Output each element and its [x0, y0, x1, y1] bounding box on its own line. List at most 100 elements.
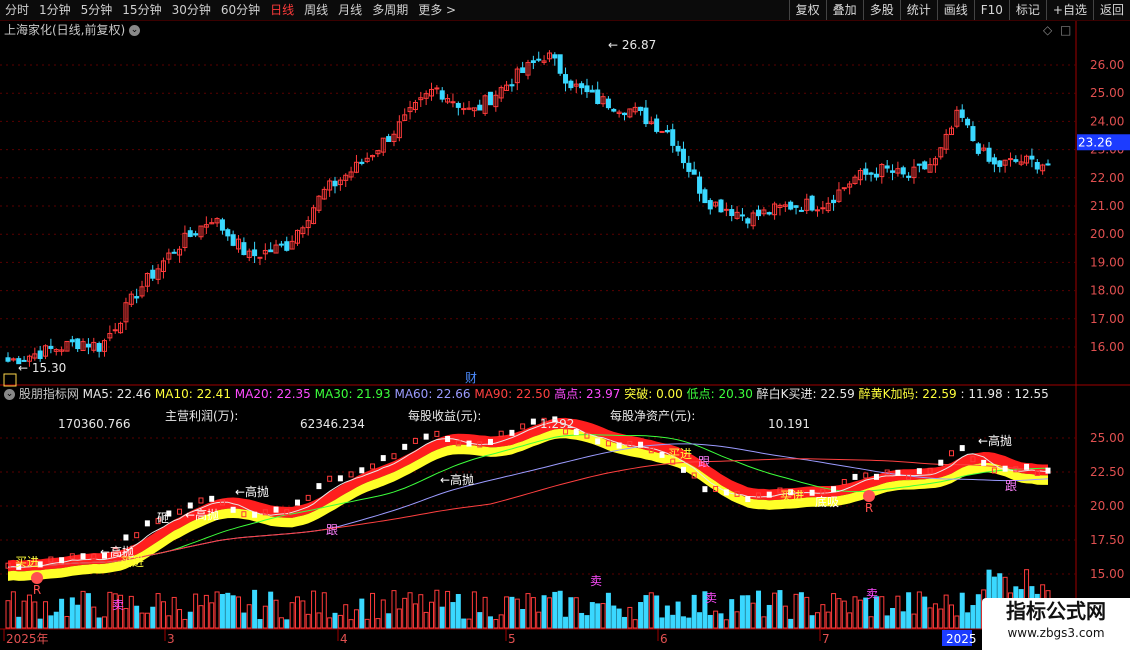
candle-body — [48, 345, 54, 349]
toolbar-button-6[interactable]: 标记 — [1008, 0, 1046, 20]
toolbar-button-0[interactable]: 复权 — [788, 0, 826, 20]
volume-bar — [139, 612, 145, 629]
toolbar-button-1[interactable]: 叠加 — [825, 0, 863, 20]
candle-body — [450, 101, 456, 104]
volume-bar — [493, 619, 499, 629]
indicator-name[interactable]: 股朋指标网 — [19, 387, 79, 401]
diamond-icon[interactable]: ◇ — [1043, 23, 1052, 37]
volume-bar — [144, 612, 150, 629]
x-axis-label: 2025年 — [6, 632, 49, 646]
tab-9[interactable]: 多周期 — [367, 0, 413, 20]
volume-bar — [777, 590, 783, 629]
signal-follow: 跟 — [326, 523, 338, 537]
volume-bar — [638, 602, 644, 629]
volume-bar — [605, 592, 611, 629]
indicator-y-tick-label: 15.00 — [1090, 567, 1124, 581]
indicator-candle — [177, 508, 183, 515]
volume-bar — [305, 613, 311, 629]
volume-bar — [949, 604, 955, 629]
candle-body — [477, 104, 483, 111]
volume-bar — [729, 599, 735, 629]
toolbar-button-2[interactable]: 多股 — [862, 0, 900, 20]
indicator-candle — [348, 471, 354, 478]
volume-bar — [26, 594, 32, 629]
candle-body — [900, 167, 906, 175]
volume-bar — [782, 605, 788, 629]
volume-bar — [273, 599, 279, 629]
candle-body — [230, 234, 236, 246]
chart-title-text: 上海家化(日线,前复权) — [4, 23, 126, 37]
candle-body — [756, 209, 762, 217]
candle-body — [659, 130, 665, 133]
navps-value: 10.191 — [768, 417, 810, 431]
tab-10[interactable]: 更多 > — [413, 0, 461, 20]
tab-4[interactable]: 30分钟 — [167, 0, 216, 20]
candle-body — [552, 54, 558, 59]
main-y-tick-label: 22.00 — [1090, 171, 1124, 185]
candle-body — [691, 169, 697, 175]
volume-bar — [927, 607, 933, 629]
tab-0[interactable]: 分时 — [0, 0, 34, 20]
tab-3[interactable]: 15分钟 — [117, 0, 166, 20]
volume-bar — [814, 612, 820, 629]
volume-bar — [311, 590, 317, 629]
indicator-candle — [981, 459, 987, 466]
volume-bar — [160, 601, 166, 629]
volume-bar — [868, 616, 874, 629]
candle-body — [257, 256, 263, 259]
volume-bar — [177, 609, 183, 629]
window-icon[interactable]: □ — [1060, 23, 1071, 37]
toolbar-button-4[interactable]: 画线 — [936, 0, 974, 20]
chevron-down-icon[interactable]: ⌄ — [129, 25, 141, 36]
toolbar-button-8[interactable]: 返回 — [1092, 0, 1130, 20]
volume-bar — [664, 605, 670, 629]
indicator-candle — [520, 423, 526, 430]
indicator-candle — [252, 511, 258, 518]
toolbar-button-3[interactable]: 统计 — [899, 0, 937, 20]
volume-bar — [793, 593, 799, 629]
tab-1[interactable]: 1分钟 — [34, 0, 76, 20]
indicator-candle — [466, 440, 472, 447]
candle-body — [509, 84, 515, 87]
tab-8[interactable]: 月线 — [333, 0, 367, 20]
tab-6[interactable]: 日线 — [265, 0, 299, 20]
indicator-candle — [659, 451, 665, 458]
indicator-candle — [1002, 465, 1008, 472]
indicator-candle — [638, 441, 644, 448]
tab-5[interactable]: 60分钟 — [216, 0, 265, 20]
volume-bar — [573, 597, 579, 629]
volume-bar — [943, 594, 949, 629]
volume-bar — [477, 612, 483, 629]
tab-7[interactable]: 周线 — [299, 0, 333, 20]
candle-body — [798, 209, 804, 212]
volume-bar — [337, 614, 343, 629]
watermark-title: 指标公式网 — [1006, 599, 1106, 623]
volume-bar — [734, 611, 740, 629]
candle-body — [150, 269, 156, 279]
candle-body — [697, 176, 703, 194]
right-button-group: 复权 叠加 多股 统计 画线 F10 标记 +自选 返回 — [788, 0, 1130, 20]
volume-bar — [439, 606, 445, 629]
volume-bar — [579, 612, 585, 629]
main-y-tick-label: 18.00 — [1090, 284, 1124, 298]
candle-body — [788, 201, 794, 210]
chevron-down-icon[interactable]: ⌄ — [4, 389, 15, 400]
volume-bar — [364, 618, 370, 629]
signal-follow: 跟 — [1005, 479, 1017, 493]
watermark-url: www.zbgs3.com — [1007, 626, 1105, 640]
indicator-value-6: 高点: 23.97 — [554, 387, 625, 401]
toolbar-button-7[interactable]: +自选 — [1045, 0, 1093, 20]
volume-bar — [541, 595, 547, 629]
profit-value: 62346.234 — [300, 417, 365, 431]
volume-bar — [761, 616, 767, 629]
toolbar-button-5[interactable]: F10 — [973, 0, 1009, 20]
volume-bar — [75, 604, 81, 629]
candle-body — [959, 109, 965, 118]
volume-bar — [43, 601, 49, 629]
volume-bar — [321, 592, 327, 629]
indicator-candle — [745, 496, 751, 503]
tab-2[interactable]: 5分钟 — [76, 0, 118, 20]
indicator-candle — [852, 473, 858, 480]
candle-body — [219, 219, 225, 231]
high-price-label: ← 26.87 — [608, 38, 656, 52]
